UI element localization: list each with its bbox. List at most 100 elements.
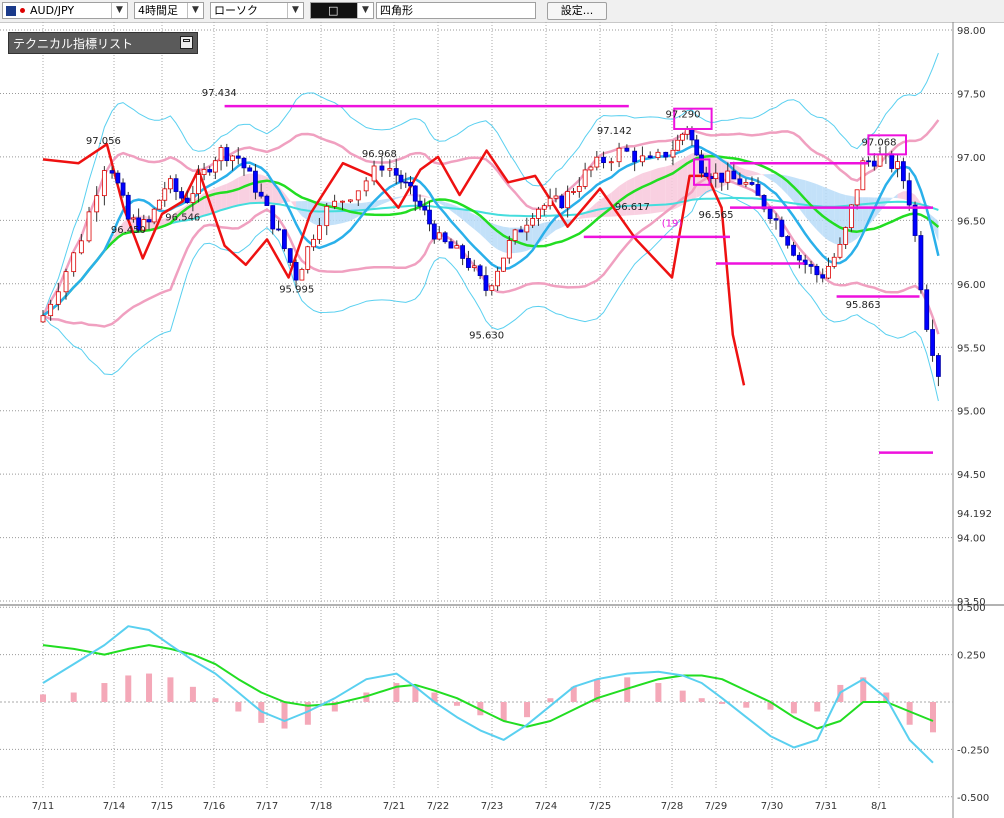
candle	[442, 232, 448, 243]
candle	[305, 246, 311, 270]
cloud-segment	[787, 175, 794, 202]
cloud-segment	[745, 169, 752, 178]
candle	[616, 147, 622, 163]
candle	[253, 170, 258, 193]
macd-hist-bar	[125, 675, 132, 702]
macd-hist-bar	[70, 692, 77, 702]
candle	[791, 244, 796, 256]
candle	[363, 180, 369, 192]
candle	[731, 170, 737, 180]
macd-hist-bar	[524, 702, 531, 718]
candle	[837, 243, 843, 258]
cloud-segment	[462, 208, 469, 225]
candle	[871, 160, 877, 167]
candle	[918, 235, 924, 291]
chevron-down-icon[interactable]: ▼	[111, 3, 127, 18]
candle	[663, 151, 669, 158]
y-tick-label: 97.00	[957, 153, 986, 164]
candle	[156, 199, 162, 210]
candle	[779, 219, 785, 237]
cloud-segment	[880, 197, 886, 212]
symbol-select[interactable]: AUD/JPY ▼	[2, 2, 128, 19]
cloud-segment	[891, 193, 898, 200]
price-annotation: 95.863	[846, 300, 881, 311]
draw-tool-select[interactable]: □ ▼	[310, 2, 374, 19]
y-tick-label: 95.50	[957, 343, 986, 354]
indicator-panel[interactable]: テクニカル指標リスト	[8, 32, 198, 54]
candle	[495, 270, 501, 287]
cloud-segment	[420, 194, 425, 198]
x-tick-label: 7/28	[661, 801, 683, 812]
candle	[299, 269, 305, 281]
chevron-down-icon[interactable]: ▼	[187, 3, 203, 18]
y-tick-label: 96.50	[957, 216, 986, 227]
candle	[588, 166, 594, 171]
cloud-segment	[424, 195, 430, 198]
timeframe-select[interactable]: 4時間足 ▼	[134, 2, 204, 19]
candle	[725, 170, 731, 183]
candle	[773, 218, 779, 221]
candle	[866, 160, 871, 163]
candle	[767, 208, 773, 220]
candle	[179, 191, 185, 199]
price-chart: 98.00 97.50 97.00 96.50 96.00 95.50 95.00 94.50…	[0, 22, 1004, 818]
candle	[536, 208, 541, 219]
candle	[207, 169, 213, 173]
chevron-down-icon[interactable]: ▼	[357, 3, 373, 18]
shape-type-field[interactable]: 四角形	[376, 2, 536, 19]
candle	[264, 195, 270, 206]
candle	[524, 224, 530, 233]
cloud-segment	[816, 184, 823, 236]
candle	[483, 275, 489, 291]
macd-hist-bar	[189, 686, 196, 702]
macd-hist-bar	[814, 702, 821, 712]
price-annotation: 97.068	[862, 137, 897, 148]
price-annotation: 96.450	[111, 225, 146, 236]
candle	[743, 182, 749, 185]
candle	[576, 186, 582, 192]
price-annotation: 96.617	[615, 202, 650, 213]
macd-y-tick-label: -0.500	[957, 793, 989, 804]
candle	[212, 160, 218, 173]
chart-style-label: ローソク	[214, 4, 258, 17]
macd-hist-bar	[146, 673, 153, 702]
cloud-segment	[828, 188, 835, 244]
candle	[270, 205, 276, 230]
x-tick-label: 7/16	[203, 801, 225, 812]
candle	[201, 169, 207, 175]
candle	[512, 229, 518, 241]
chevron-down-icon[interactable]: ▼	[287, 3, 303, 18]
candle	[448, 241, 454, 249]
candle	[422, 205, 428, 211]
restore-icon[interactable]	[180, 36, 193, 49]
candle	[601, 156, 606, 164]
macd-hist-bar	[500, 702, 507, 721]
candle	[737, 178, 743, 185]
candle	[393, 168, 399, 176]
candle	[230, 155, 235, 162]
candle	[324, 205, 330, 227]
macd-hist-bar	[547, 698, 554, 702]
candle	[241, 157, 247, 169]
macd-y-tick-label: 0.500	[957, 603, 986, 614]
candle	[436, 232, 442, 240]
candle	[541, 205, 547, 210]
cloud-segment	[764, 174, 771, 180]
candle	[125, 194, 131, 220]
candle	[94, 195, 100, 213]
candle	[78, 240, 84, 254]
cloud-segment	[474, 214, 481, 235]
candle	[460, 245, 466, 259]
candle	[785, 236, 791, 246]
candle	[808, 264, 814, 267]
chart-style-select[interactable]: ローソク ▼	[210, 2, 304, 19]
cloud-segment	[232, 177, 239, 207]
candle	[371, 165, 377, 182]
cloud-segment	[758, 172, 765, 176]
settings-button[interactable]: 設定...	[547, 2, 607, 20]
candle	[431, 223, 437, 240]
macd-hist-bar	[930, 702, 936, 733]
cloud-segment	[342, 203, 351, 224]
macd-hist-bar	[212, 698, 219, 702]
cloud-segment	[555, 219, 562, 230]
